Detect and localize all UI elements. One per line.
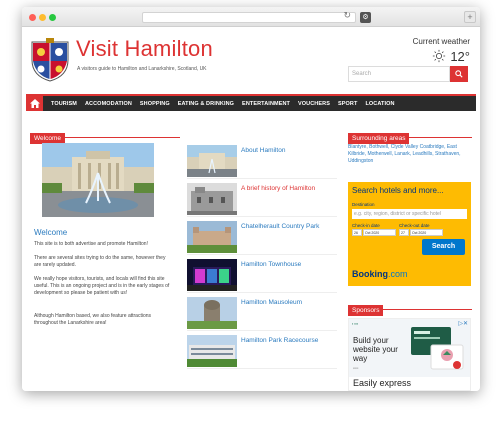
new-tab-icon[interactable]: +: [464, 11, 476, 23]
attraction-thumbnail: [187, 297, 237, 329]
home-icon: [29, 99, 40, 108]
attraction-name[interactable]: Hamilton Townhouse: [241, 261, 301, 268]
attraction-thumbnail: [187, 221, 237, 253]
nav-location[interactable]: LOCATION: [365, 101, 394, 107]
attraction-item-about-hamilton[interactable]: About Hamilton: [187, 145, 337, 179]
sun-icon: [433, 49, 446, 63]
reload-icon[interactable]: ↻: [343, 11, 351, 21]
temperature: 12°: [450, 48, 470, 64]
checkin-label: Check-in date: [352, 223, 380, 228]
nav-tourism[interactable]: TOURISM: [51, 101, 77, 107]
search-button[interactable]: [450, 66, 468, 82]
sponsors-label: Sponsors: [348, 305, 384, 316]
minimize-window-icon[interactable]: [39, 14, 46, 21]
browser-window: ↻ ⚙ + Visit Hamilton A visitors guide to…: [22, 7, 480, 391]
attraction-name[interactable]: Hamilton Mausoleum: [241, 299, 302, 306]
attraction-item-history[interactable]: A brief history of Hamilton: [187, 183, 337, 217]
welcome-section-header: Welcome: [30, 127, 180, 144]
booking-logo-main: Booking: [352, 269, 388, 279]
surrounding-areas-header: Surrounding areas: [348, 127, 472, 144]
destination-label: Destination: [352, 202, 375, 207]
attraction-item-townhouse[interactable]: Hamilton Townhouse: [187, 259, 337, 293]
welcome-paragraph: Although Hamilton based, we also feature…: [34, 313, 152, 326]
nav-accomodation[interactable]: ACCOMODATION: [85, 101, 132, 107]
sponsor-ad[interactable]: ▪ ▪▪▪ ▷✕ Build your website your way ▪▪▪…: [348, 318, 471, 391]
nav-sport[interactable]: SPORT: [338, 101, 357, 107]
nav-eating-drinking[interactable]: EATING & DRINKING: [178, 101, 234, 107]
checkout-label: Check-out date: [399, 223, 430, 228]
main-nav: TOURISM ACCOMODATION SHOPPING EATING & D…: [26, 94, 476, 111]
ad-brand-logo: ▪ ▪▪▪: [352, 322, 358, 326]
destination-input[interactable]: e.g. city, region, district or specific …: [352, 209, 467, 219]
checkout-month-select[interactable]: Oct 2020: [410, 229, 443, 236]
weather-widget: 12°: [432, 48, 470, 64]
surrounding-areas-links[interactable]: Blantyre, Bothwell, Clyde Valley Coatbri…: [348, 144, 472, 165]
booking-logo[interactable]: Booking.com: [352, 269, 408, 279]
ad-product-graphic: [411, 327, 464, 370]
browser-toolbar: ↻ ⚙ +: [22, 7, 480, 27]
maximize-window-icon[interactable]: [49, 14, 56, 21]
attraction-item-racecourse[interactable]: Hamilton Park Racecourse: [187, 335, 337, 369]
booking-logo-suffix: .com: [388, 269, 408, 279]
welcome-paragraph: There are several sites trying to do the…: [34, 255, 166, 268]
ad-bottom-text: Easily express: [353, 378, 412, 388]
attraction-thumbnail: [187, 259, 237, 291]
weather-label: Current weather: [412, 37, 470, 46]
welcome-paragraph: This site is to both advertise and promo…: [34, 241, 148, 247]
site-tagline: A visitors guide to Hamilton and Lanarks…: [77, 66, 207, 72]
checkout-day-select[interactable]: 27: [399, 229, 409, 236]
site-title[interactable]: Visit Hamilton: [76, 36, 213, 62]
attraction-thumbnail: [187, 183, 237, 215]
search-icon: [455, 70, 463, 78]
ad-headline: Build your website your way: [353, 336, 398, 363]
surrounding-areas-label: Surrounding areas: [348, 133, 410, 144]
close-window-icon[interactable]: [29, 14, 36, 21]
address-bar[interactable]: ↻: [142, 11, 356, 23]
nav-vouchers[interactable]: VOUCHERS: [298, 101, 330, 107]
attraction-name[interactable]: A brief history of Hamilton: [241, 185, 315, 192]
welcome-fountain-image: [42, 143, 154, 217]
home-button[interactable]: [26, 96, 43, 111]
booking-search-button[interactable]: Search: [422, 239, 465, 255]
attraction-thumbnail: [187, 335, 237, 367]
nav-entertainment[interactable]: ENTERTAINMENT: [242, 101, 290, 107]
coat-of-arms-logo[interactable]: [30, 38, 70, 82]
attraction-item-mausoleum[interactable]: Hamilton Mausoleum: [187, 297, 337, 331]
search-input[interactable]: Search: [348, 66, 450, 82]
attraction-name[interactable]: About Hamilton: [241, 147, 285, 154]
ad-footer-mark: ▪▪▪▪▪: [353, 366, 359, 370]
booking-widget: Search hotels and more... Destination e.…: [348, 182, 471, 286]
attraction-item-chatelherault[interactable]: Chatelherault Country Park: [187, 221, 337, 255]
sponsors-header: Sponsors: [348, 299, 472, 316]
attraction-name[interactable]: Chatelherault Country Park: [241, 223, 319, 230]
page-content: Visit Hamilton A visitors guide to Hamil…: [22, 27, 480, 391]
attraction-name[interactable]: Hamilton Park Racecourse: [241, 337, 318, 344]
checkin-month-select[interactable]: Oct 2020: [363, 229, 396, 236]
attraction-thumbnail: [187, 145, 237, 177]
booking-title: Search hotels and more...: [352, 186, 444, 195]
nav-shopping[interactable]: SHOPPING: [140, 101, 170, 107]
welcome-title: Welcome: [34, 228, 68, 237]
welcome-paragraph: We really hope visitors, tourists, and l…: [34, 276, 170, 296]
checkin-day-select[interactable]: 26: [352, 229, 362, 236]
extension-icon[interactable]: ⚙: [360, 12, 371, 23]
